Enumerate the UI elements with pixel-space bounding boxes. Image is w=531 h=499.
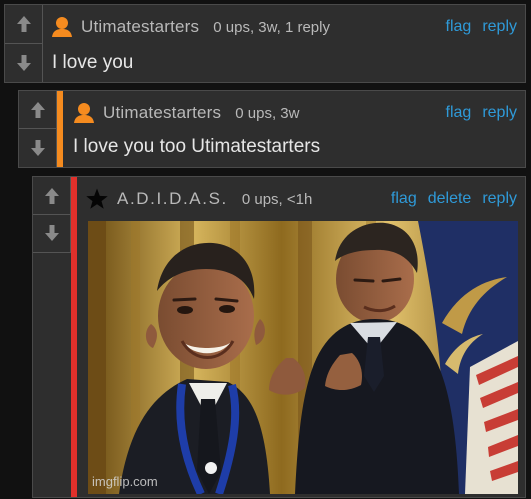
reply-link[interactable]: reply	[482, 18, 517, 36]
reply-accent-bar	[71, 177, 77, 497]
comment-header: A.D.I.D.A.S. 0 ups, <1h flag delete repl…	[85, 186, 517, 212]
arrow-down-icon	[30, 140, 45, 156]
arrow-down-icon	[16, 54, 31, 71]
username[interactable]: A.D.I.D.A.S.	[117, 189, 228, 209]
comment-meta: 0 ups, 3w, 1 reply	[213, 18, 330, 36]
comment-actions: flag reply	[446, 18, 517, 36]
comment-text: I love you	[52, 52, 134, 73]
vote-controls	[33, 177, 71, 253]
vote-controls	[5, 5, 43, 82]
comment-actions: flag delete reply	[391, 190, 517, 208]
comment-actions: flag reply	[446, 104, 517, 122]
flag-link[interactable]: flag	[391, 190, 417, 208]
reply-link[interactable]: reply	[482, 190, 517, 208]
comment-text: I love you too Utimatestarters	[73, 136, 321, 157]
upvote-button[interactable]	[5, 5, 42, 44]
arrow-up-icon	[16, 15, 31, 32]
comment-3: A.D.I.D.A.S. 0 ups, <1h flag delete repl…	[32, 176, 526, 498]
reply-link[interactable]: reply	[482, 104, 517, 122]
comment-2: Utimatestarters 0 ups, 3w flag reply I l…	[18, 90, 526, 168]
delete-link[interactable]: delete	[428, 190, 472, 208]
username[interactable]: Utimatestarters	[103, 103, 221, 123]
downvote-button[interactable]	[19, 129, 56, 167]
comment-1: Utimatestarters 0 ups, 3w, 1 reply flag …	[4, 4, 526, 83]
comment-thread: Utimatestarters 0 ups, 3w, 1 reply flag …	[0, 0, 531, 499]
comment-header: Utimatestarters 0 ups, 3w, 1 reply flag …	[51, 14, 517, 40]
reply-accent-bar	[57, 91, 63, 167]
vote-controls	[19, 91, 57, 167]
comment-meta: 0 ups, <1h	[241, 190, 313, 208]
flag-link[interactable]: flag	[446, 18, 472, 36]
arrow-up-icon	[30, 101, 45, 118]
username[interactable]: Utimatestarters	[81, 17, 199, 37]
downvote-button[interactable]	[5, 44, 42, 83]
upvote-button[interactable]	[33, 177, 70, 215]
downvote-button[interactable]	[33, 214, 70, 252]
user-icon	[74, 103, 94, 123]
comment-image[interactable]: imgflip.com	[88, 221, 518, 494]
user-icon	[52, 17, 72, 37]
comment-header: Utimatestarters 0 ups, 3w flag reply	[73, 100, 517, 126]
upvote-button[interactable]	[19, 91, 56, 129]
arrow-down-icon	[44, 225, 59, 241]
arrow-up-icon	[44, 187, 59, 204]
image-watermark: imgflip.com	[92, 474, 158, 489]
flag-link[interactable]: flag	[446, 104, 472, 122]
meme-photo	[88, 221, 518, 494]
comment-meta: 0 ups, 3w	[235, 104, 300, 122]
star-icon	[85, 187, 109, 211]
